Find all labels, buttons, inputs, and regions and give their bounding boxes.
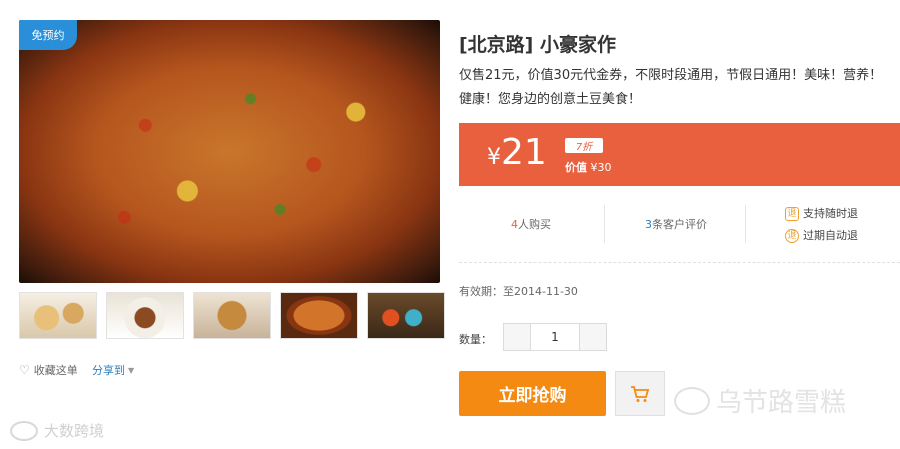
quantity-increase-button[interactable] bbox=[579, 323, 607, 351]
buy-now-button[interactable]: 立即抢购 bbox=[459, 371, 606, 416]
share-label: 分享到 bbox=[92, 364, 125, 377]
value-label: 价值 bbox=[565, 161, 587, 174]
quantity-decrease-button[interactable] bbox=[503, 323, 531, 351]
stats-divider bbox=[745, 205, 746, 243]
chevron-down-icon: ▼ bbox=[128, 365, 135, 375]
refund-anytime-row: 退 支持随时退 bbox=[785, 203, 858, 225]
bought-label: 人购买 bbox=[518, 218, 551, 231]
watermark-logo-icon bbox=[10, 420, 38, 441]
review-link[interactable]: 3条客户评价 bbox=[645, 216, 707, 232]
deal-stats: 4人购买 3条客户评价 退 支持随时退 退 过期自动退 bbox=[459, 195, 900, 250]
refund-expired-label: 过期自动退 bbox=[803, 229, 858, 242]
thumbnail-rice-dish[interactable] bbox=[106, 292, 184, 339]
refund-expired-row: 退 过期自动退 bbox=[785, 225, 858, 247]
quantity-input[interactable] bbox=[531, 323, 579, 351]
thumbnail-pastry[interactable] bbox=[19, 292, 97, 339]
no-reservation-badge: 免预约 bbox=[19, 20, 77, 50]
deal-description: 仅售21元，价值30元代金券，不限时段通用，节假日通用！美味！营养！健康！您身边… bbox=[459, 68, 883, 107]
thumbnail-pizza[interactable] bbox=[280, 292, 358, 339]
watermark-right: 乌节路雪糕 bbox=[674, 382, 846, 419]
original-value: 价值 ¥30 bbox=[565, 159, 612, 175]
current-price: ¥ 21 bbox=[487, 135, 547, 171]
cart-icon bbox=[631, 385, 650, 402]
section-divider bbox=[459, 262, 900, 263]
refund-guarantee: 退 支持随时退 退 过期自动退 bbox=[785, 203, 858, 247]
deal-title: [北京路] 小豪家作 bbox=[459, 34, 616, 56]
watermark-left: 大数跨境 bbox=[10, 420, 104, 441]
favorite-link[interactable]: ♡ 收藏这单 bbox=[19, 362, 78, 378]
quantity-label: 数量： bbox=[459, 333, 492, 346]
review-label: 条客户评价 bbox=[652, 218, 707, 231]
quantity-stepper bbox=[503, 323, 607, 351]
bought-number: 4 bbox=[511, 218, 518, 231]
bought-count: 4人购买 bbox=[511, 216, 551, 232]
add-to-cart-button[interactable] bbox=[615, 371, 665, 416]
thumbnail-strip bbox=[19, 292, 445, 339]
heart-icon: ♡ bbox=[19, 363, 30, 377]
watermark-right-text: 乌节路雪糕 bbox=[716, 388, 847, 418]
currency-symbol: ¥ bbox=[487, 145, 501, 170]
watermark-left-text: 大数跨境 bbox=[44, 422, 105, 440]
price-bar: ¥ 21 7折 价值 ¥30 bbox=[459, 123, 900, 186]
price-value: 21 bbox=[501, 132, 547, 173]
refund-expired-icon: 退 bbox=[785, 229, 799, 243]
discount-badge: 7折 bbox=[565, 138, 603, 153]
refund-anytime-label: 支持随时退 bbox=[803, 207, 858, 220]
stats-divider bbox=[604, 205, 605, 243]
refund-anytime-icon: 退 bbox=[785, 207, 799, 221]
thumbnail-dessert[interactable] bbox=[193, 292, 271, 339]
validity-date: 有效期：至2014-11-30 bbox=[459, 285, 578, 298]
share-dropdown[interactable]: 分享到 ▼ bbox=[92, 362, 134, 378]
deal-main-image[interactable]: 免预约 bbox=[19, 20, 440, 283]
thumbnail-drinks[interactable] bbox=[367, 292, 445, 339]
wechat-icon bbox=[674, 386, 710, 415]
review-number: 3 bbox=[645, 218, 652, 231]
favorite-label: 收藏这单 bbox=[33, 364, 78, 377]
value-amount: ¥30 bbox=[590, 161, 612, 174]
